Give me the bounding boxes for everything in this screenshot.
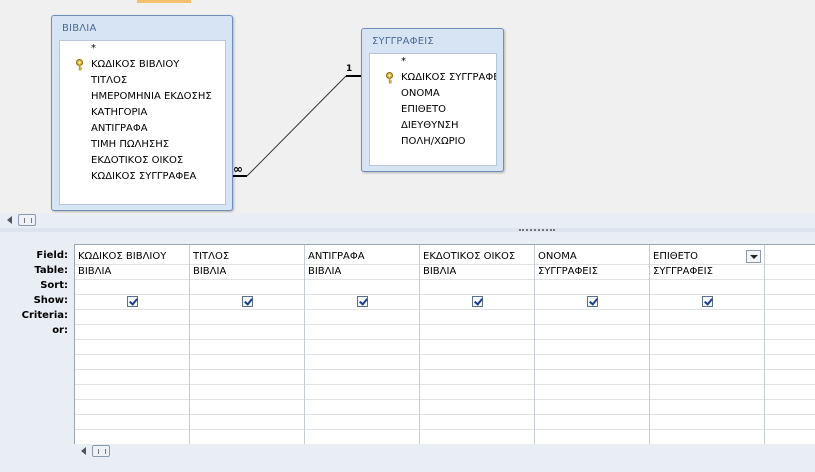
pane-splitter[interactable]	[0, 228, 815, 232]
grid-column[interactable]: ΑΝΤΙΓΡΑΦΑ ΒΙΒΛΙΑ	[305, 245, 420, 445]
field-cell[interactable]: ΤΙΤΛΟΣ	[193, 249, 229, 264]
scroll-left-arrow-icon[interactable]	[7, 216, 12, 224]
field-cell[interactable]: ΚΩΔΙΚΟΣ ΒΙΒΛΙΟΥ	[78, 249, 166, 264]
grid-column-empty[interactable]	[765, 245, 815, 445]
show-checkbox[interactable]	[472, 296, 483, 307]
show-checkbox[interactable]	[127, 296, 138, 307]
design-area-hscrollbar[interactable]	[0, 213, 815, 229]
splitter-grip[interactable]	[519, 229, 555, 233]
field-cell[interactable]: ΕΚΔΟΤΙΚΟΣ ΟΙΚΟΣ	[423, 249, 515, 264]
query-design-grid[interactable]: ΚΩΔΙΚΟΣ ΒΙΒΛΙΟΥ ΒΙΒΛΙΑ ΤΙΤΛΟΣ ΒΙΒΛΙΑ ΑΝΤ…	[74, 244, 815, 445]
relationship-one-label: 1	[346, 64, 353, 74]
field-cell[interactable]: ΑΝΤΙΓΡΑΦΑ	[308, 249, 365, 264]
grid-column[interactable]: ΚΩΔΙΚΟΣ ΒΙΒΛΙΟΥ ΒΙΒΛΙΑ	[75, 245, 190, 445]
show-checkbox[interactable]	[242, 296, 253, 307]
grid-column[interactable]: ΕΚΔΟΤΙΚΟΣ ΟΙΚΟΣ ΒΙΒΛΙΑ	[420, 245, 535, 445]
show-checkbox[interactable]	[587, 296, 598, 307]
row-label-table: Table:	[34, 265, 68, 276]
table-cell[interactable]: ΒΙΒΛΙΑ	[308, 264, 341, 279]
table-cell[interactable]: ΣΥΓΓΡΑΦΕΙΣ	[538, 264, 598, 279]
relationship-line[interactable]	[0, 0, 815, 213]
table-cell[interactable]: ΒΙΒΛΙΑ	[423, 264, 456, 279]
scroll-left-arrow-icon[interactable]	[81, 447, 86, 455]
row-label-sort: Sort:	[40, 280, 68, 291]
grid-column[interactable]: ΤΙΤΛΟΣ ΒΙΒΛΙΑ	[190, 245, 305, 445]
table-cell[interactable]: ΒΙΒΛΙΑ	[193, 264, 226, 279]
grid-column[interactable]: ΕΠΙΘΕΤΟ ΣΥΓΓΡΑΦΕΙΣ	[650, 245, 765, 445]
show-checkbox[interactable]	[357, 296, 368, 307]
field-cell[interactable]: ΕΠΙΘΕΤΟ	[653, 249, 743, 264]
scroll-thumb[interactable]	[18, 214, 36, 226]
row-label-show: Show:	[33, 295, 68, 306]
field-cell[interactable]: ΟΝΟΜΑ	[538, 249, 577, 264]
grid-hscrollbar[interactable]	[74, 444, 815, 460]
scroll-thumb[interactable]	[92, 445, 110, 457]
table-cell[interactable]: ΒΙΒΛΙΑ	[78, 264, 111, 279]
show-checkbox[interactable]	[702, 296, 713, 307]
grid-column[interactable]: ΟΝΟΜΑ ΣΥΓΓΡΑΦΕΙΣ	[535, 245, 650, 445]
field-dropdown-button[interactable]	[746, 250, 761, 263]
row-label-criteria: Criteria:	[21, 310, 68, 321]
relationship-many-label: ∞	[233, 162, 243, 176]
table-cell[interactable]: ΣΥΓΓΡΑΦΕΙΣ	[653, 264, 713, 279]
row-label-field: Field:	[36, 250, 68, 261]
row-label-or: or:	[52, 325, 68, 336]
